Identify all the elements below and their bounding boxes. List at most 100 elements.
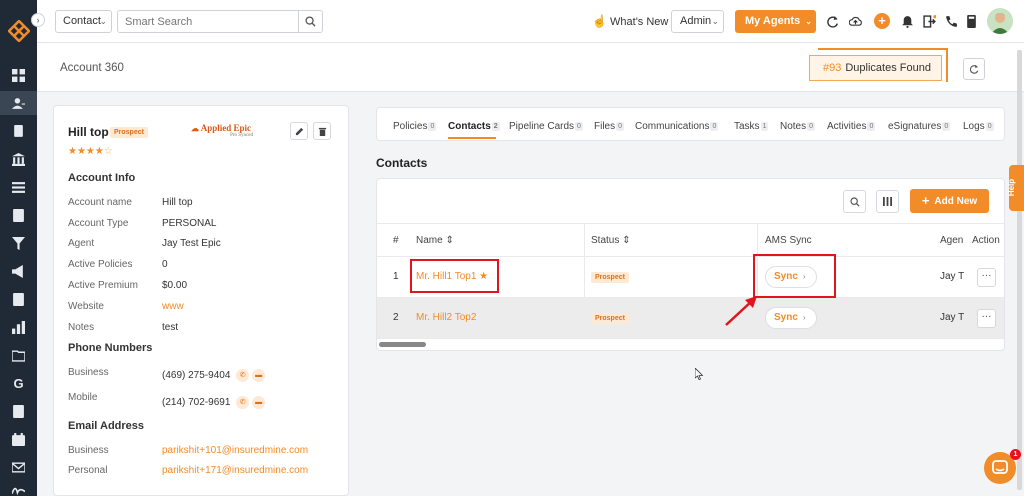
chevron-down-icon: ⌄ [805, 17, 812, 26]
app-logo-icon[interactable] [8, 20, 30, 42]
columns-icon [883, 197, 892, 206]
megaphone-icon[interactable] [0, 259, 37, 283]
filter-icon[interactable] [0, 231, 37, 255]
smart-search-input[interactable] [117, 10, 299, 33]
table-header: # Name ⇕ Status ⇕ AMS Sync Agen Action [377, 223, 1004, 257]
tab-esignatures[interactable]: eSignatures 0 [888, 121, 951, 132]
tab-label: Communications [635, 121, 710, 132]
row-actions-button[interactable]: ··· [977, 268, 996, 287]
tab-label: Notes [780, 121, 807, 132]
field-value: Hill top [162, 197, 193, 208]
tab-count: 0 [710, 122, 719, 131]
tab-communications[interactable]: Communications 0 [635, 121, 719, 132]
bar-chart-icon[interactable] [0, 315, 37, 339]
notes-icon[interactable] [0, 287, 37, 311]
refresh-button[interactable] [963, 58, 985, 80]
page-title: Account 360 [60, 62, 124, 74]
rating-stars[interactable]: ★★★★☆ [68, 146, 113, 157]
add-new-label: Add New [934, 196, 978, 207]
whats-new-link[interactable]: ☝ What's New [592, 14, 668, 28]
column-header-status[interactable]: Status ⇕ [591, 235, 631, 246]
rating-stars-filled: ★★★★ [68, 146, 104, 157]
tab-label: Contacts [448, 121, 491, 132]
refresh-icon [969, 64, 979, 74]
help-tab[interactable]: Help [1007, 165, 1024, 211]
field-label: Active Premium [68, 280, 139, 291]
chevron-down-icon: ⌄ [711, 16, 719, 26]
tab-notes[interactable]: Notes 0 [780, 121, 816, 132]
phone-icon[interactable] [943, 13, 959, 29]
quick-add-button[interactable]: + [874, 13, 890, 29]
search-scope-select[interactable]: Contact ⌄ [55, 10, 112, 33]
chevron-right-icon: › [802, 313, 806, 322]
search-icon [305, 16, 316, 27]
signature-icon[interactable] [0, 478, 37, 496]
chat-unread-badge: 1 [1010, 449, 1021, 460]
trash-icon [318, 127, 326, 136]
tab-files[interactable]: Files 0 [594, 121, 625, 132]
cloud-upload-icon[interactable] [847, 13, 863, 29]
account-name: Hill top [68, 125, 109, 139]
user-avatar[interactable] [987, 8, 1013, 34]
sync-icon[interactable] [824, 13, 840, 29]
chevron-down-icon: ⌄ [99, 16, 107, 26]
sidebar-collapse-button[interactable]: › [31, 13, 45, 27]
tab-policies[interactable]: Policies 0 [393, 121, 437, 132]
tab-activities[interactable]: Activities 0 [827, 121, 876, 132]
mail-icon[interactable] [0, 455, 37, 479]
call-phone-icon[interactable]: ✆ [236, 396, 250, 409]
contact-name-link[interactable]: Mr. Hill2 Top2 [416, 312, 476, 323]
phone-value: (214) 702-9691 ✆ ▬ [162, 396, 266, 409]
phone-label: Mobile [68, 392, 98, 403]
add-new-contact-button[interactable]: + Add New [910, 189, 989, 213]
folder-icon[interactable] [0, 343, 37, 367]
applied-epic-logo-text: Applied Epic [200, 123, 252, 133]
website-link[interactable]: www [162, 301, 184, 312]
row-number: 1 [393, 271, 399, 282]
top-bar: Contact ⌄ ☝ What's New Admin ⌄ My Agents… [37, 0, 1024, 43]
column-header-name[interactable]: Name ⇕ [416, 235, 454, 246]
email-link[interactable]: parikshit+171@insuredmine.com [162, 465, 308, 476]
search-button[interactable] [298, 10, 323, 33]
call-phone-icon[interactable]: ✆ [236, 369, 250, 382]
row-actions-button[interactable]: ··· [977, 309, 996, 328]
bell-icon[interactable] [899, 13, 915, 29]
column-header-action: Action [972, 235, 1000, 246]
row-number: 2 [393, 312, 399, 323]
duplicates-found-button[interactable]: #93 Duplicates Found [809, 55, 942, 81]
tab-label: Pipeline Cards [509, 121, 575, 132]
page-scrollbar[interactable] [1017, 50, 1022, 490]
email-link[interactable]: parikshit+101@insuredmine.com [162, 445, 308, 456]
rating-stars-empty: ☆ [103, 146, 113, 157]
calculator-icon[interactable] [963, 13, 979, 29]
search-icon [849, 196, 860, 207]
table-search-button[interactable] [843, 190, 866, 213]
sms-icon[interactable]: ▬ [252, 369, 266, 382]
sms-icon[interactable]: ▬ [252, 396, 266, 409]
field-label: Account Type [68, 218, 129, 229]
bank-icon[interactable] [0, 147, 37, 171]
account-card: Hill top Prospect ★★★★☆ ☁ Applied Epic P… [53, 105, 349, 496]
column-settings-button[interactable] [876, 190, 899, 213]
role-select[interactable]: Admin ⌄ [671, 10, 724, 33]
tab-pipeline-cards[interactable]: Pipeline Cards 0 [509, 121, 583, 132]
documents-icon[interactable] [0, 119, 37, 143]
list-icon[interactable] [0, 175, 37, 199]
my-agents-button[interactable]: My Agents ⌄ [735, 10, 816, 33]
contacts-nav-icon[interactable] [0, 91, 37, 115]
edit-account-button[interactable] [290, 122, 308, 140]
delete-account-button[interactable] [313, 122, 331, 140]
calendar-icon[interactable] [0, 427, 37, 451]
tab-logs[interactable]: Logs 0 [963, 121, 994, 132]
horizontal-scrollbar[interactable] [379, 342, 426, 347]
tab-count: 0 [867, 122, 876, 131]
report-icon[interactable] [0, 399, 37, 423]
tab-tasks[interactable]: Tasks 1 [734, 121, 769, 132]
dashboard-icon[interactable] [0, 63, 37, 87]
logout-icon[interactable] [921, 13, 937, 29]
google-icon[interactable]: G [0, 371, 37, 395]
contacts-section-title: Contacts [376, 156, 428, 170]
contact-card-icon[interactable] [0, 203, 37, 227]
tab-contacts[interactable]: Contacts 2 [448, 121, 500, 132]
ams-sync-button[interactable]: Sync › [765, 307, 817, 329]
